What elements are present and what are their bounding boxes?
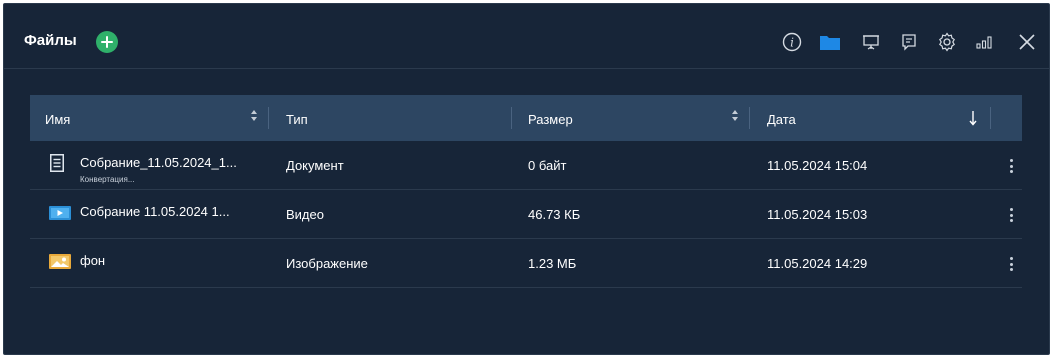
sort-size-icon[interactable] xyxy=(731,110,739,122)
file-date: 11.05.2024 15:04 xyxy=(767,158,868,173)
file-size: 46.73 КБ xyxy=(528,207,581,222)
signal-icon[interactable] xyxy=(974,32,994,52)
row-menu-icon[interactable] xyxy=(1008,256,1016,272)
file-date: 11.05.2024 15:03 xyxy=(767,207,868,222)
column-header-size[interactable]: Размер xyxy=(528,95,573,141)
file-status: Конвертация... xyxy=(80,175,135,184)
chat-icon[interactable] xyxy=(899,32,919,52)
file-size: 1.23 МБ xyxy=(528,256,577,271)
close-icon[interactable] xyxy=(1017,32,1037,52)
document-icon xyxy=(50,154,64,177)
panel-title: Файлы xyxy=(24,32,77,49)
file-date: 11.05.2024 14:29 xyxy=(767,256,868,271)
table-row[interactable]: Собрание 11.05.2024 1... Видео 46.73 КБ … xyxy=(30,190,1022,239)
files-table: Имя Тип Размер Дата Собрание_11.05.2024_… xyxy=(30,95,1022,288)
column-divider xyxy=(511,107,512,129)
folder-icon[interactable] xyxy=(819,32,840,52)
row-menu-icon[interactable] xyxy=(1008,207,1016,223)
file-type: Изображение xyxy=(286,256,368,271)
sort-descending-icon[interactable] xyxy=(968,110,978,131)
file-type: Документ xyxy=(286,158,344,173)
add-file-button[interactable] xyxy=(96,31,118,53)
file-name[interactable]: Собрание 11.05.2024 1... xyxy=(80,204,230,219)
sort-name-icon[interactable] xyxy=(250,110,258,122)
table-row[interactable]: фон Изображение 1.23 МБ 11.05.2024 14:29 xyxy=(30,239,1022,288)
table-row[interactable]: Собрание_11.05.2024_1... Конвертация... … xyxy=(30,141,1022,190)
gear-icon[interactable] xyxy=(937,32,957,52)
column-header-name[interactable]: Имя xyxy=(45,95,70,141)
panel-header: Файлы i xyxy=(4,4,1049,69)
video-icon xyxy=(49,206,71,225)
column-header-type[interactable]: Тип xyxy=(286,95,308,141)
image-icon xyxy=(49,254,71,274)
file-name[interactable]: фон xyxy=(80,253,105,268)
file-name[interactable]: Собрание_11.05.2024_1... xyxy=(80,155,237,170)
file-size: 0 байт xyxy=(528,158,567,173)
screen-share-icon[interactable] xyxy=(861,32,881,52)
column-divider xyxy=(268,107,269,129)
info-icon[interactable]: i xyxy=(782,32,802,52)
column-divider xyxy=(749,107,750,129)
files-panel: Файлы i Имя Тип Размер Дата Собрание_11.… xyxy=(3,3,1050,355)
row-menu-icon[interactable] xyxy=(1008,158,1016,174)
svg-text:i: i xyxy=(790,36,794,50)
column-divider xyxy=(990,107,991,129)
table-header: Имя Тип Размер Дата xyxy=(30,95,1022,141)
column-header-date[interactable]: Дата xyxy=(767,95,796,141)
file-type: Видео xyxy=(286,207,324,222)
